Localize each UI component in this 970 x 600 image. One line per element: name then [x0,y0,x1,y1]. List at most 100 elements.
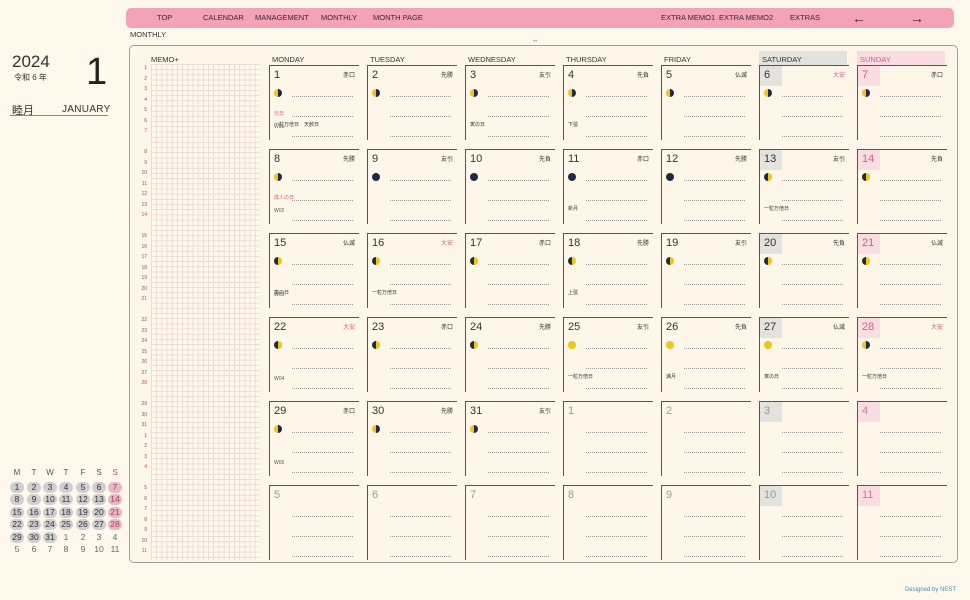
mini-calendar-day[interactable]: 11 [59,494,73,506]
day-cell[interactable]: 5 仏滅 [661,65,751,140]
mini-calendar-day[interactable]: 4 [108,532,122,543]
day-cell[interactable]: 10 先負 [465,149,555,224]
mini-calendar-day[interactable]: 3 [92,532,106,543]
day-cell[interactable]: 7 [465,485,555,560]
mini-calendar-day[interactable]: 7 [43,544,57,555]
mini-calendar-day[interactable]: 21 [108,506,122,518]
moon-phase-icon [274,257,282,265]
day-cell[interactable]: 30 先勝 [367,401,457,476]
day-cell[interactable]: 3 友引 寅の日 [465,65,555,140]
mini-calendar-day[interactable]: 2 [76,532,90,543]
day-cell[interactable]: 3 [759,401,849,476]
day-cell[interactable]: 29 赤口 W05 [269,401,359,476]
mini-calendar-day[interactable]: 12 [76,494,90,506]
mini-calendar-day[interactable]: 10 [43,494,57,506]
nav-extras[interactable]: EXTRAS [790,8,820,28]
nav-month-page[interactable]: MONTH PAGE [373,8,423,28]
mini-calendar-day[interactable]: 24 [43,519,57,531]
mini-calendar-day[interactable]: 22 [10,519,24,531]
mini-calendar-day[interactable]: 6 [92,482,106,493]
row-number: 28 [141,380,147,386]
day-cell[interactable]: 8 [563,485,653,560]
day-cell[interactable]: 2 先勝 [367,65,457,140]
day-cell[interactable]: 27 仏滅 寅の日 [759,317,849,392]
day-cell[interactable]: 13 友引 一粒万倍日 [759,149,849,224]
nav-extra-memo2[interactable]: EXTRA MEMO2 [719,8,773,28]
rokuyo-label: 赤口 [636,157,649,163]
day-cell[interactable]: 6 [367,485,457,560]
mini-calendar-day[interactable]: 5 [10,544,24,555]
day-cell[interactable]: 2 [661,401,751,476]
mini-calendar-day[interactable]: 5 [76,482,90,493]
mini-calendar-day[interactable]: 1 [10,482,24,493]
mini-calendar-day[interactable]: 8 [10,494,24,506]
day-cell[interactable]: 25 友引 一粒万倍日 [563,317,653,392]
mini-calendar-day[interactable]: 6 [27,544,41,555]
next-arrow-icon[interactable]: → [910,8,924,28]
day-cell[interactable]: 6 大安 [759,65,849,140]
mini-calendar-day[interactable]: 1 [59,532,73,543]
memo-grid-area[interactable] [151,64,260,560]
mini-calendar-day[interactable]: 23 [27,519,41,531]
day-cell[interactable]: 1 赤口 元日 一粒万倍日 天赦日 W01 [269,65,359,140]
mini-calendar-day[interactable]: 27 [92,519,106,531]
prev-arrow-icon[interactable]: ← [852,8,866,28]
mini-calendar-day[interactable]: 19 [76,506,90,518]
day-cell[interactable]: 11 [857,485,947,560]
day-cell[interactable]: 7 赤口 [857,65,947,140]
moon-phase-icon [372,173,380,181]
nav-monthly[interactable]: MONTHLY [321,8,357,28]
mini-calendar-day[interactable]: 14 [108,494,122,506]
nav-extra-memo1[interactable]: EXTRA MEMO1 [661,8,715,28]
day-cell[interactable]: 10 [759,485,849,560]
mini-calendar-day[interactable]: 16 [27,506,41,518]
day-cell[interactable]: 9 友引 [367,149,457,224]
mini-calendar-day[interactable]: 26 [76,519,90,531]
day-cell[interactable]: 8 先勝 成人の日 W02 [269,149,359,224]
day-cell[interactable]: 11 赤口 新月 [563,149,653,224]
mini-calendar-day[interactable]: 8 [59,544,73,555]
day-cell[interactable]: 21 仏滅 [857,233,947,308]
day-cell[interactable]: 4 [857,401,947,476]
mini-calendar-day[interactable]: 10 [92,544,106,555]
nav-calendar[interactable]: CALENDAR [203,8,244,28]
day-cell[interactable]: 20 先負 [759,233,849,308]
day-cell[interactable]: 15 仏滅 寅の日 W03 [269,233,359,308]
mini-calendar-day[interactable]: 30 [27,531,41,543]
mini-calendar-day[interactable]: 3 [43,482,57,493]
mini-calendar-day[interactable]: 11 [108,544,122,555]
day-cell[interactable]: 19 友引 [661,233,751,308]
day-cell[interactable]: 9 [661,485,751,560]
mini-calendar-day[interactable]: 18 [59,506,73,518]
day-cell[interactable]: 23 赤口 [367,317,457,392]
day-cell[interactable]: 17 赤口 [465,233,555,308]
day-cell[interactable]: 24 先勝 [465,317,555,392]
day-cell[interactable]: 14 先負 [857,149,947,224]
mini-calendar-day[interactable]: 9 [76,544,90,555]
day-cell[interactable]: 31 友引 [465,401,555,476]
mini-calendar-day[interactable]: 20 [92,506,106,518]
mini-calendar-day[interactable]: 2 [27,482,41,493]
mini-calendar-day[interactable]: 17 [43,506,57,518]
nav-top[interactable]: TOP [157,8,172,28]
mini-calendar-day[interactable]: 9 [27,494,41,506]
mini-calendar-day[interactable]: 13 [92,494,106,506]
mini-calendar-day[interactable]: 29 [10,531,24,543]
mini-calendar-day[interactable]: 4 [59,482,73,493]
day-cell[interactable]: 1 [563,401,653,476]
mini-calendar-day[interactable]: 7 [108,482,122,493]
day-cell[interactable]: 5 [269,485,359,560]
day-cell[interactable]: 28 大安 一粒万倍日 [857,317,947,392]
day-cell[interactable]: 4 先負 下弦 [563,65,653,140]
mini-calendar-day[interactable]: 15 [10,506,24,518]
day-cell[interactable]: 22 大安 W04 [269,317,359,392]
day-cell[interactable]: 12 先勝 [661,149,751,224]
nav-management[interactable]: MANAGEMENT [255,8,309,28]
day-cell[interactable]: 26 先負 満月 [661,317,751,392]
mini-calendar-day[interactable]: 31 [43,531,57,543]
mini-calendar-day[interactable]: 28 [108,519,122,531]
day-cell[interactable]: 18 先勝 上弦 [563,233,653,308]
memo-line [488,536,549,537]
day-cell[interactable]: 16 大安 一粒万倍日 [367,233,457,308]
mini-calendar-day[interactable]: 25 [59,519,73,531]
